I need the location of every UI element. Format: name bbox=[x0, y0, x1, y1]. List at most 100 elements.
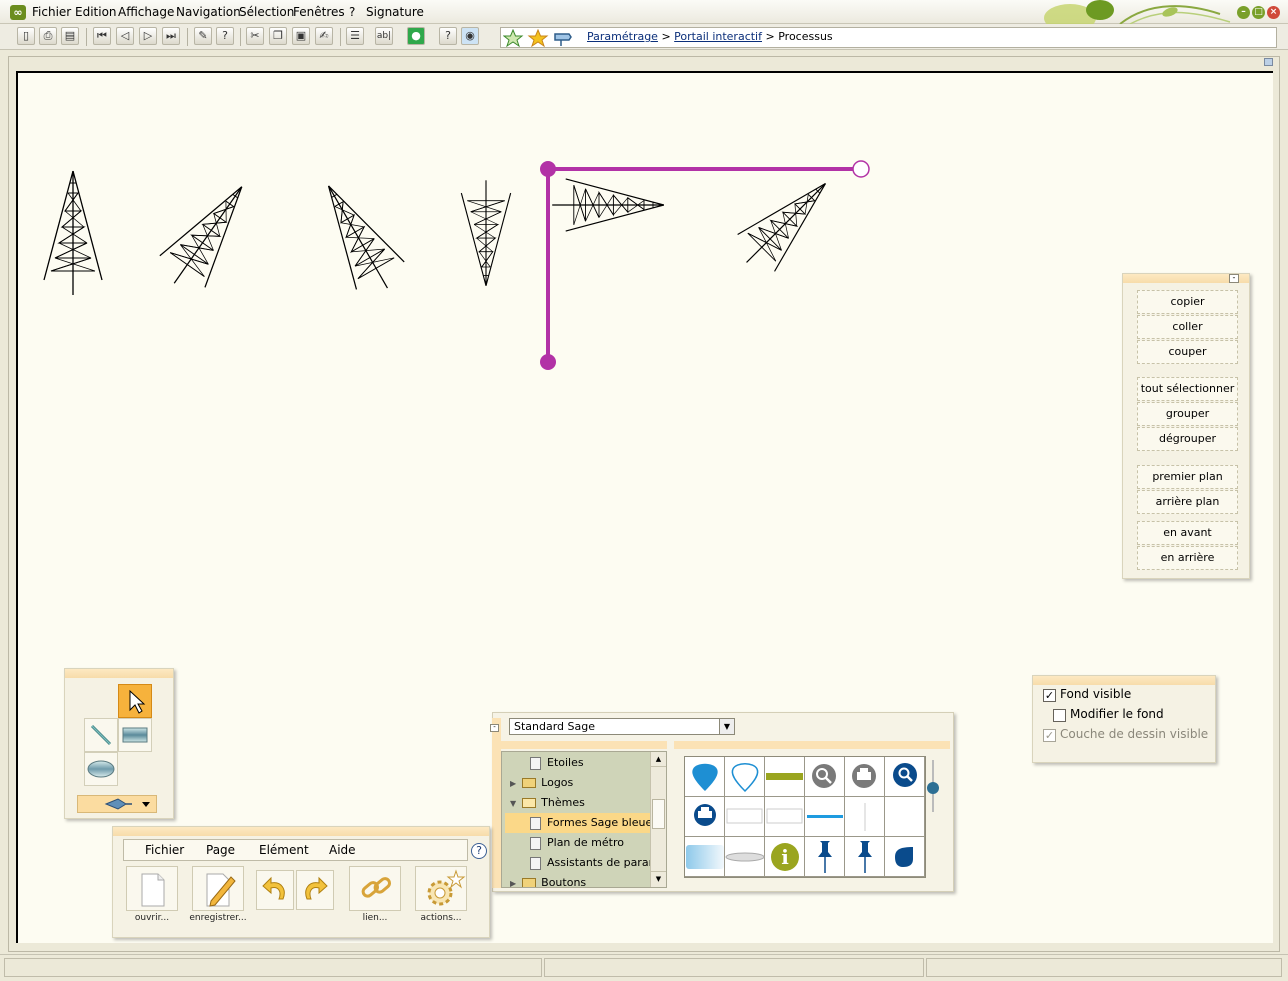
tree-item-formes-sage-bleues[interactable]: Formes Sage bleues bbox=[505, 813, 658, 833]
help-icon[interactable]: ? bbox=[216, 27, 234, 45]
shape-search-grey[interactable] bbox=[805, 757, 845, 797]
expand-arrow-icon[interactable]: ▶ bbox=[510, 779, 516, 788]
pylon-shape-3[interactable] bbox=[304, 171, 412, 303]
new-icon[interactable]: ▯ bbox=[17, 27, 35, 45]
shape-search-blue[interactable] bbox=[885, 757, 925, 797]
shape-grey-pill[interactable] bbox=[725, 837, 765, 877]
pylon-shape-4[interactable] bbox=[460, 179, 512, 287]
paste-icon[interactable]: ▣ bbox=[292, 27, 310, 45]
panel-menu-page[interactable]: Page bbox=[206, 843, 235, 857]
fond-visible-checkbox[interactable]: ✓ bbox=[1043, 689, 1056, 702]
pylon-shape-5[interactable] bbox=[551, 178, 665, 232]
form-icon[interactable]: ☰ bbox=[346, 27, 364, 45]
minimize-icon[interactable]: – bbox=[1237, 6, 1250, 19]
modifier-fond-checkbox[interactable] bbox=[1053, 709, 1066, 722]
panel-menu-aide[interactable]: Aide bbox=[329, 843, 356, 857]
cut-icon[interactable]: ✂ bbox=[246, 27, 264, 45]
print-preview-icon[interactable]: ▤ bbox=[61, 27, 79, 45]
shape-vertical-line[interactable] bbox=[845, 797, 885, 837]
zoom-slider-handle[interactable] bbox=[927, 782, 939, 794]
ellipse-tool-button[interactable] bbox=[84, 752, 118, 786]
shape-pushpin[interactable] bbox=[805, 837, 845, 877]
pylon-shape-1[interactable] bbox=[43, 170, 103, 296]
shape-empty[interactable] bbox=[885, 797, 925, 837]
undo-button[interactable] bbox=[256, 870, 294, 910]
select-all-button[interactable]: tout sélectionner bbox=[1137, 377, 1238, 401]
tree-item-logos[interactable]: ▶ Logos bbox=[510, 773, 573, 793]
panel-header[interactable] bbox=[1033, 676, 1215, 685]
bring-forward-button[interactable]: en avant bbox=[1137, 521, 1238, 545]
tree-scrollbar[interactable]: ▲ ▼ bbox=[650, 752, 666, 887]
first-page-icon[interactable]: ⏮ bbox=[93, 27, 111, 45]
attach-icon[interactable]: ✎ bbox=[194, 27, 212, 45]
panel-menu-fichier[interactable]: Fichier bbox=[145, 843, 184, 857]
redo-button[interactable] bbox=[296, 870, 334, 910]
shape-pushpin-2[interactable] bbox=[845, 837, 885, 877]
maximize-icon[interactable]: □ bbox=[1252, 6, 1265, 19]
help-circle-icon[interactable]: ? bbox=[439, 27, 457, 45]
tree-item-plan-metro[interactable]: Plan de métro bbox=[530, 833, 624, 853]
breadcrumb-portail[interactable]: Portail interactif bbox=[674, 30, 762, 43]
menu-navigation[interactable]: Navigation bbox=[176, 5, 241, 19]
line-tool-button[interactable] bbox=[84, 718, 118, 752]
shape-white-rect[interactable] bbox=[725, 797, 765, 837]
next-page-icon[interactable]: ▷ bbox=[139, 27, 157, 45]
collapse-library-icon[interactable]: - bbox=[490, 724, 499, 732]
shape-blue-line[interactable] bbox=[805, 797, 845, 837]
ungroup-button[interactable]: dégrouper bbox=[1137, 427, 1238, 451]
close-icon[interactable]: × bbox=[1267, 6, 1280, 19]
expand-icon[interactable] bbox=[1264, 58, 1273, 66]
expand-arrow-icon[interactable]: ▶ bbox=[510, 879, 516, 887]
menu-help[interactable]: ? bbox=[349, 5, 355, 19]
text-field-icon[interactable]: ab| bbox=[375, 27, 393, 45]
scroll-up-icon[interactable]: ▲ bbox=[651, 752, 666, 767]
save-button[interactable] bbox=[192, 866, 244, 911]
panel-menu-element[interactable]: Elément bbox=[259, 843, 309, 857]
scroll-thumb[interactable] bbox=[652, 799, 665, 829]
shape-sky-card[interactable] bbox=[685, 837, 725, 877]
shape-info[interactable]: i bbox=[765, 837, 805, 877]
panel-side-header[interactable] bbox=[492, 718, 501, 888]
collapse-panel-icon[interactable]: - bbox=[1229, 274, 1239, 283]
shape-white-rect-2[interactable] bbox=[765, 797, 805, 837]
pylon-shape-2[interactable] bbox=[151, 170, 265, 300]
scroll-down-icon[interactable]: ▼ bbox=[651, 871, 666, 886]
collapse-arrow-icon[interactable]: ▼ bbox=[510, 799, 516, 808]
tree-item-etoiles[interactable]: Etoiles bbox=[530, 753, 584, 773]
last-page-icon[interactable]: ⏭ bbox=[162, 27, 180, 45]
help-circle-icon[interactable]: ? bbox=[471, 843, 487, 859]
select-tool-button[interactable] bbox=[118, 684, 152, 718]
menu-selection[interactable]: Sélection bbox=[239, 5, 294, 19]
bring-to-front-button[interactable]: premier plan bbox=[1137, 465, 1238, 489]
menu-fenetres[interactable]: Fenêtres bbox=[293, 5, 345, 19]
menu-signature[interactable]: Signature bbox=[366, 5, 424, 19]
paste-button[interactable]: coller bbox=[1137, 315, 1238, 339]
copy-button[interactable]: copier bbox=[1137, 290, 1238, 314]
breadcrumb-parametrage[interactable]: Paramétrage bbox=[587, 30, 658, 43]
shape-leaf[interactable] bbox=[885, 837, 925, 877]
previous-page-icon[interactable]: ◁ bbox=[116, 27, 134, 45]
shape-print-grey[interactable] bbox=[845, 757, 885, 797]
chevron-down-icon[interactable]: ▼ bbox=[719, 719, 734, 734]
send-backward-button[interactable]: en arrière bbox=[1137, 546, 1238, 570]
menu-affichage[interactable]: Affichage bbox=[118, 5, 174, 19]
send-to-back-button[interactable]: arrière plan bbox=[1137, 490, 1238, 514]
shape-olive-bar[interactable] bbox=[765, 757, 805, 797]
cut-button[interactable]: couper bbox=[1137, 340, 1238, 364]
panel-header[interactable] bbox=[65, 669, 173, 678]
pylon-shape-6[interactable] bbox=[727, 164, 845, 282]
group-button[interactable]: grouper bbox=[1137, 402, 1238, 426]
library-select[interactable]: Standard Sage bbox=[509, 718, 735, 735]
green-circle-icon[interactable]: ● bbox=[407, 27, 425, 45]
tree-item-assistants[interactable]: Assistants de paramé bbox=[530, 853, 666, 873]
menu-fichier[interactable]: Fichier bbox=[32, 5, 71, 19]
shape-blue-drop[interactable] bbox=[685, 757, 725, 797]
panel-header[interactable] bbox=[113, 827, 489, 836]
shape-outline-drop[interactable] bbox=[725, 757, 765, 797]
actions-button[interactable] bbox=[415, 866, 467, 911]
rectangle-tool-button[interactable] bbox=[118, 718, 152, 752]
tree-item-boutons[interactable]: ▶ Boutons bbox=[510, 873, 586, 887]
menu-edition[interactable]: Edition bbox=[75, 5, 117, 19]
edit-icon[interactable]: ✍ bbox=[315, 27, 333, 45]
tree-item-themes[interactable]: ▼ Thèmes bbox=[510, 793, 585, 813]
